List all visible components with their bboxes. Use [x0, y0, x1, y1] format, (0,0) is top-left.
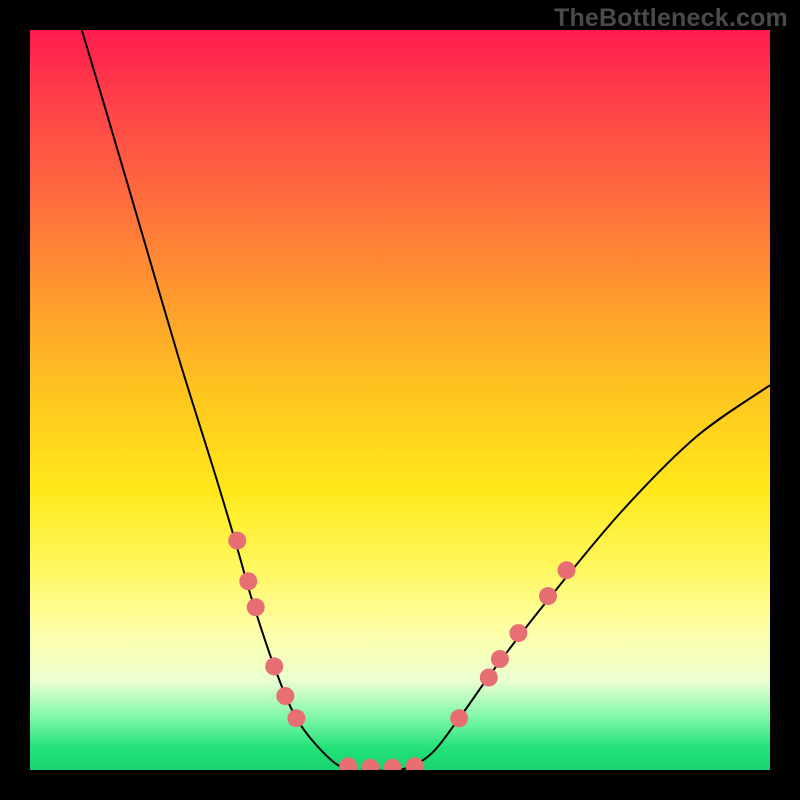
data-marker: [287, 709, 305, 727]
data-marker: [339, 757, 357, 770]
data-marker: [558, 561, 576, 579]
data-marker: [539, 587, 557, 605]
data-marker: [509, 624, 527, 642]
data-marker: [480, 669, 498, 687]
chart-svg: [30, 30, 770, 770]
data-marker: [265, 657, 283, 675]
bottleneck-curve: [82, 30, 770, 770]
data-marker: [276, 687, 294, 705]
data-marker: [406, 757, 424, 770]
curve-path: [82, 30, 770, 770]
chart-frame: TheBottleneck.com: [0, 0, 800, 800]
plot-area: [30, 30, 770, 770]
data-marker: [450, 709, 468, 727]
data-marker: [228, 532, 246, 550]
data-marker: [491, 650, 509, 668]
data-markers: [228, 532, 575, 770]
data-marker: [247, 598, 265, 616]
watermark-text: TheBottleneck.com: [554, 4, 788, 33]
data-marker: [239, 572, 257, 590]
data-marker: [361, 759, 379, 770]
data-marker: [384, 759, 402, 770]
